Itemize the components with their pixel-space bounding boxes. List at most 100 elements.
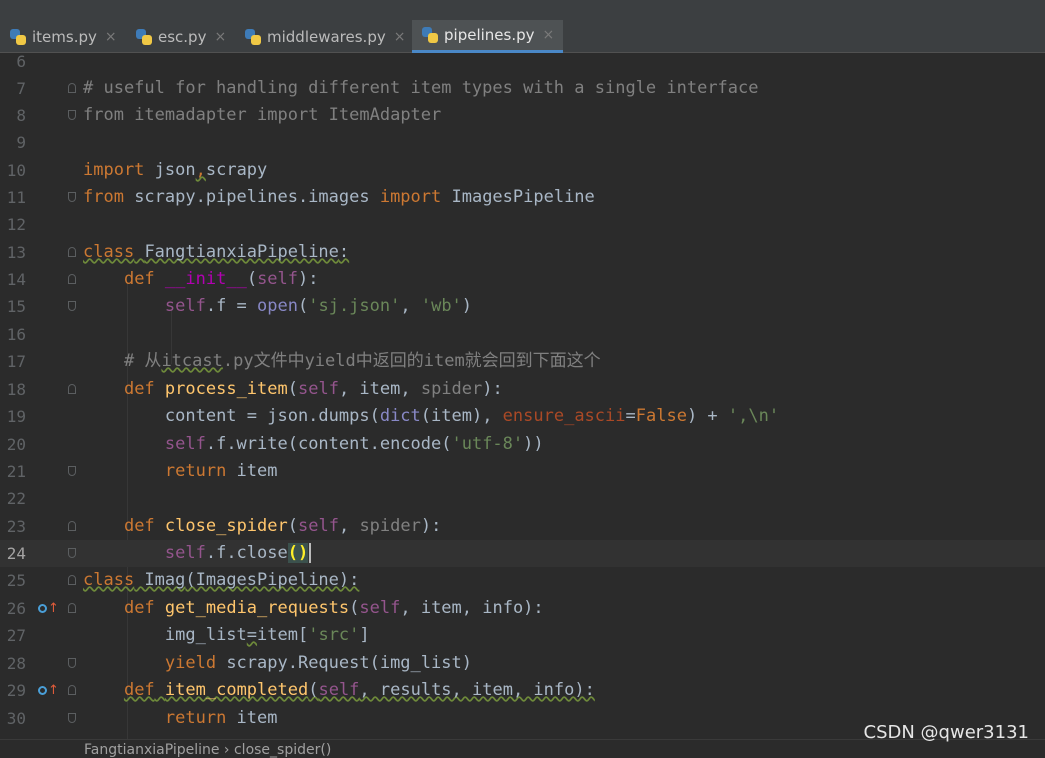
tab-esc-py[interactable]: esc.py × xyxy=(126,20,234,53)
fold-marker-icon[interactable] xyxy=(68,575,76,585)
fold-marker-icon[interactable] xyxy=(68,274,76,284)
close-icon[interactable]: × xyxy=(105,29,117,45)
line-number: 18 xyxy=(6,380,26,399)
function-name: __init__ xyxy=(164,269,247,289)
code-line: 29 ↑ def item_completed(self, results, i… xyxy=(0,677,1045,704)
breadcrumb-method[interactable]: close_spider() xyxy=(234,742,331,758)
code-line: 21 return item xyxy=(0,458,1045,485)
text-caret xyxy=(309,543,312,563)
builtin-name: open xyxy=(257,296,298,316)
string-literal: 'utf-8' xyxy=(451,434,524,454)
self-param: self xyxy=(318,680,360,700)
tab-middlewares-py[interactable]: middlewares.py × xyxy=(235,20,410,53)
fold-marker-icon[interactable] xyxy=(68,466,76,476)
function-name: close_spider xyxy=(164,516,288,536)
line-number: 30 xyxy=(6,709,26,728)
code-text: .f.write(content.encode( xyxy=(205,434,452,454)
punctuation: )) xyxy=(523,434,544,454)
breadcrumb-class[interactable]: FangtianxiaPipeline xyxy=(84,742,219,758)
code-line: 25 class Imag(ImagesPipeline): xyxy=(0,567,1045,594)
function-name: item_completed xyxy=(164,680,309,700)
self-ref: self xyxy=(164,543,206,563)
python-file-icon xyxy=(136,28,152,45)
override-method-icon[interactable]: ↑ xyxy=(38,602,59,616)
line-number: 20 xyxy=(6,435,26,454)
tab-label: items.py xyxy=(32,27,97,46)
watermark: CSDN @qwer3131 xyxy=(863,722,1029,743)
fold-marker-icon[interactable] xyxy=(68,548,76,558)
code-text: .f = xyxy=(205,296,258,316)
fold-marker-icon[interactable] xyxy=(68,685,76,695)
close-icon[interactable]: × xyxy=(394,29,406,45)
code-line: 8 from itemadapter import ItemAdapter xyxy=(0,102,1045,129)
line-number: 23 xyxy=(6,517,26,536)
editor-tab-bar: items.py × esc.py × middlewares.py × pip… xyxy=(0,20,1045,53)
tab-pipelines-py[interactable]: pipelines.py × xyxy=(412,20,563,53)
tab-items-py[interactable]: items.py × xyxy=(0,20,125,53)
keyword: import xyxy=(257,105,319,125)
fold-marker-icon[interactable] xyxy=(68,713,76,723)
unused-param: spider xyxy=(359,516,421,536)
keyword: False xyxy=(635,406,687,426)
fold-marker-icon[interactable] xyxy=(68,521,76,531)
comment: itcast xyxy=(161,351,223,371)
line-number: 22 xyxy=(6,489,26,508)
keyword: yield xyxy=(164,653,217,673)
code-editor[interactable]: 6 7 # useful for handling different item… xyxy=(0,53,1045,739)
keyword: class xyxy=(83,242,135,262)
module-name: scrapy xyxy=(205,160,268,180)
params: , item, info): xyxy=(400,598,544,618)
fold-marker-icon[interactable] xyxy=(68,83,76,93)
line-number: 15 xyxy=(6,297,26,316)
code-line: 20 self.f.write(content.encode('utf-8')) xyxy=(0,431,1045,458)
punctuation: ( xyxy=(308,680,319,700)
line-number: 25 xyxy=(6,571,26,590)
code-line: 11 from scrapy.pipelines.images import I… xyxy=(0,184,1045,211)
code-text: item xyxy=(226,461,278,481)
python-file-icon xyxy=(422,27,438,43)
keyword: def xyxy=(123,598,155,618)
fold-marker-icon[interactable] xyxy=(68,603,76,613)
override-method-icon[interactable]: ↑ xyxy=(38,684,59,698)
line-number: 21 xyxy=(6,462,26,481)
code-line: 15 self.f = open('sj.json', 'wb') xyxy=(0,293,1045,320)
close-icon[interactable]: × xyxy=(543,27,555,43)
line-number: 9 xyxy=(16,133,26,152)
fold-marker-icon[interactable] xyxy=(68,301,76,311)
fold-marker-icon[interactable] xyxy=(68,658,76,668)
keyword: def xyxy=(123,269,155,289)
keyword: return xyxy=(164,708,227,728)
fold-marker-icon[interactable] xyxy=(68,247,76,257)
unused-param: spider xyxy=(420,379,483,399)
code-line: 27 img_list=item['src'] xyxy=(0,622,1045,649)
keyword: import xyxy=(83,160,145,180)
line-number: 24 xyxy=(6,544,26,563)
code-text: scrapy.Request(img_list) xyxy=(216,653,472,673)
code-line: 17 # 从itcast.py文件中yield中返回的item就会回到下面这个 xyxy=(0,348,1045,375)
code-text: (item), xyxy=(420,406,503,426)
module-name: itemadapter xyxy=(123,105,258,125)
close-icon[interactable]: × xyxy=(214,29,226,45)
fold-marker-icon[interactable] xyxy=(68,384,76,394)
params: , results, item, info): xyxy=(359,680,595,700)
string-literal: 'src' xyxy=(308,625,360,645)
code-line-current: 24 self.f.close() xyxy=(0,540,1045,567)
line-number: 8 xyxy=(16,106,26,125)
fold-marker-icon[interactable] xyxy=(68,192,76,202)
code-line: 6 xyxy=(0,53,1045,75)
code-line: 28 yield scrapy.Request(img_list) xyxy=(0,650,1045,677)
code-text: (ImagesPipeline): xyxy=(185,570,360,590)
self-param: self xyxy=(257,269,299,289)
comment: .py文件中yield中返回的item就会回到下面这个 xyxy=(222,351,601,371)
code-text: content = json.dumps( xyxy=(164,406,380,426)
tab-label: middlewares.py xyxy=(267,27,386,46)
punctuation: ): xyxy=(298,269,319,289)
comment: # useful for handling different item typ… xyxy=(83,78,759,98)
line-number: 26 xyxy=(6,599,26,618)
python-file-icon xyxy=(10,28,26,45)
line-number: 10 xyxy=(6,161,26,180)
keyword: from xyxy=(83,187,124,207)
fold-marker-icon[interactable] xyxy=(68,110,76,120)
string-literal: 'wb' xyxy=(420,296,462,316)
self-ref: self xyxy=(164,434,206,454)
